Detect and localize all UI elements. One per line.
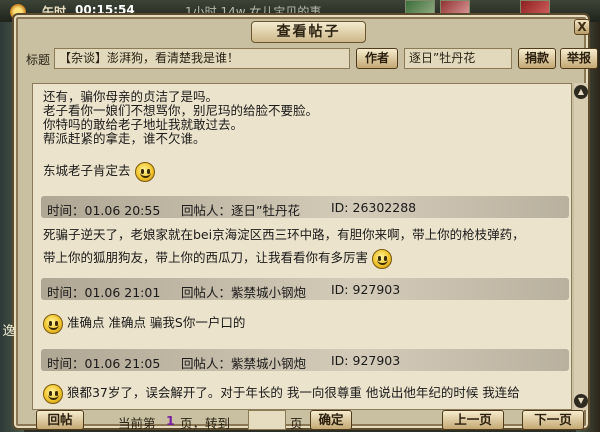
post-author[interactable]: 回帖人：紫禁城小钢炮 xyxy=(181,282,306,301)
goto-page-input[interactable] xyxy=(248,410,286,430)
view-post-dialog: 查看帖子 X 标题 【杂谈】澎湃狗，看清楚我是谁！ 作者 逐日”牡丹花 捐款 举… xyxy=(12,13,598,432)
post-title-field: 【杂谈】澎湃狗，看清楚我是谁！ xyxy=(54,48,350,69)
post-meta-bar: 时间：01.06 20:55 回帖人：逐日”牡丹花 ID: 26302288 xyxy=(41,196,569,218)
page-suffix-label: 页 xyxy=(290,416,303,431)
goto-page-label: 页，转到 xyxy=(180,416,231,431)
post-line: 帮派赶紧的拿走，谁不欠谁。 xyxy=(43,131,206,146)
post-line: 你特吗的敢给老子地址我就敢过去。 xyxy=(43,117,244,132)
dialog-title: 查看帖子 xyxy=(251,21,366,43)
post-line-text: 狼都37岁了，误会解开了。对于年长的 我一向很尊重 他说出他年纪的时候 我连给 xyxy=(66,385,520,400)
post-meta-bar: 时间：01.06 21:05 回帖人：紫禁城小钢炮 ID: 927903 xyxy=(41,349,569,371)
confirm-button[interactable]: 确定 xyxy=(310,410,352,430)
author-button[interactable]: 作者 xyxy=(356,48,398,69)
post-author[interactable]: 回帖人：逐日”牡丹花 xyxy=(181,200,300,219)
smile-emoticon-icon xyxy=(372,248,392,269)
post-line: 老子看你一娘们不想骂你，别尼玛的给脸不要脸。 xyxy=(43,103,319,118)
scroll-up-icon[interactable]: ▲ xyxy=(574,85,588,99)
post-id: ID: 927903 xyxy=(331,353,401,368)
post-id: ID: 26302288 xyxy=(331,200,417,215)
smile-emoticon-icon xyxy=(43,313,63,334)
scroll-down-icon[interactable]: ▼ xyxy=(574,394,588,408)
post-time: 时间：01.06 21:05 xyxy=(47,356,161,371)
dialog-footer: 回帖 当前第 1 页，转到 页 确定 上一页 下一页 xyxy=(20,410,590,432)
post-line-text: 准确点 准确点 骗我S你一户口的 xyxy=(66,315,246,330)
post-time: 时间：01.06 21:01 xyxy=(47,285,161,300)
post-line: 还有，骗你母亲的贞洁了是吗。 xyxy=(43,89,219,104)
smile-emoticon-icon xyxy=(43,383,63,404)
post-extra-text: 东城老子肯定去 xyxy=(43,163,131,178)
smile-emoticon-icon xyxy=(134,161,155,182)
current-page-number: 1 xyxy=(166,413,175,428)
content-scrollbar[interactable]: ▲ ▼ xyxy=(574,83,588,410)
post-header: 标题 【杂谈】澎湃狗，看清楚我是谁！ 作者 逐日”牡丹花 捐款 举报 xyxy=(20,47,598,71)
prev-page-button[interactable]: 上一页 xyxy=(442,410,504,430)
title-label: 标题 xyxy=(26,53,51,67)
post-time: 时间：01.06 20:55 xyxy=(47,203,161,218)
post-body: 还有，骗你母亲的贞洁了是吗。 老子看你一娘们不想骂你，别尼玛的给脸不要脸。 你特… xyxy=(43,90,563,146)
reply-button[interactable]: 回帖 xyxy=(36,410,84,430)
post-author[interactable]: 回帖人：紫禁城小钢炮 xyxy=(181,353,306,372)
post-line: 带上你的狐朋狗友，带上你的西瓜刀，让我看看你有多厉害 xyxy=(43,247,563,269)
post-line: 东城老子肯定去 xyxy=(43,160,563,182)
post-id: ID: 927903 xyxy=(331,282,401,297)
current-page-prefix: 当前第 xyxy=(118,416,156,431)
close-icon[interactable]: X xyxy=(574,19,590,35)
post-content: 还有，骗你母亲的贞洁了是吗。 老子看你一娘们不想骂你，别尼玛的给脸不要脸。 你特… xyxy=(32,83,572,410)
author-name-field: 逐日”牡丹花 xyxy=(404,48,512,69)
post-line: 准确点 准确点 骗我S你一户口的 xyxy=(43,312,563,334)
post-line: 死骗子逆天了，老娘家就在bei京海淀区西三环中路，有胆你来啊，带上你的枪枝弹药， xyxy=(43,227,525,242)
post-line-text: 带上你的狐朋狗友，带上你的西瓜刀，让我看看你有多厉害 xyxy=(43,250,369,265)
game-side-char: 逸 xyxy=(2,324,16,339)
donate-button[interactable]: 捐款 xyxy=(518,48,556,69)
post-meta-bar: 时间：01.06 21:01 回帖人：紫禁城小钢炮 ID: 927903 xyxy=(41,278,569,300)
next-page-button[interactable]: 下一页 xyxy=(522,410,584,430)
post-line: 狼都37岁了，误会解开了。对于年长的 我一向很尊重 他说出他年纪的时候 我连给 xyxy=(43,382,563,404)
report-button[interactable]: 举报 xyxy=(560,48,598,69)
